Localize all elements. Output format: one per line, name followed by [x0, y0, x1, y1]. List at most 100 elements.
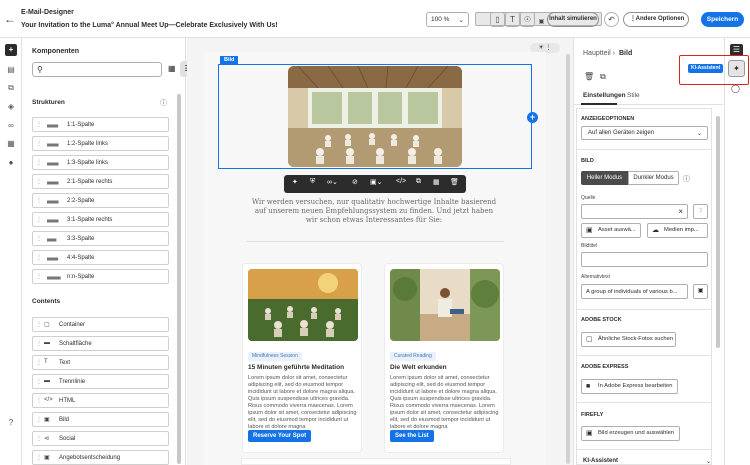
- asset-select-button[interactable]: ▣ Asset auswä...: [581, 223, 641, 238]
- alt-image-icon[interactable]: ▣: [693, 284, 708, 299]
- tab-settings[interactable]: Einstellungen: [583, 92, 626, 99]
- mobile-view-icon[interactable]: ▯: [490, 12, 505, 27]
- drag-handle-icon[interactable]: ⋮: [36, 121, 42, 128]
- drag-handle-icon[interactable]: ⋮: [36, 254, 42, 261]
- tab-styles[interactable]: Stile: [627, 92, 640, 99]
- back-arrow-icon[interactable]: ←: [4, 12, 16, 26]
- drag-handle-icon[interactable]: ⋮: [36, 235, 42, 242]
- content-item[interactable]: ⋮ </> HTML: [32, 393, 169, 408]
- content-item[interactable]: ⋮ ▣ Angebotsentscheidung: [32, 450, 169, 465]
- light-mode-button[interactable]: Heller Modus: [581, 171, 628, 185]
- canvas-scrollbar[interactable]: [566, 54, 570, 464]
- drag-handle-icon[interactable]: ⋮: [36, 435, 42, 442]
- simulate-content-button[interactable]: Inhalt simulieren: [547, 12, 599, 27]
- stock-search-button[interactable]: ▢ Ähnliche Stock-Fotos suchen: [581, 332, 676, 347]
- personalization-icon[interactable]: ▦: [5, 138, 17, 150]
- content-item[interactable]: ⋮ ▣ Bild: [32, 412, 169, 427]
- duplicate-icon[interactable]: ⧉: [600, 72, 606, 82]
- shield-icon[interactable]: ⛨: [310, 178, 315, 186]
- content-card[interactable]: Curated Reading Die Welt erkunden Lorem …: [384, 263, 504, 453]
- media-import-button[interactable]: ☁ Medien imp...: [647, 223, 708, 238]
- add-components-icon[interactable]: +: [5, 44, 17, 56]
- fragments-icon[interactable]: ▤: [5, 64, 17, 76]
- drag-handle-icon[interactable]: ⋮: [36, 416, 42, 423]
- panel-scrollbar[interactable]: [177, 94, 181, 464]
- firefly-generate-button[interactable]: ▣ Bild erzeugen und auswählen: [581, 426, 680, 441]
- link-icon[interactable]: ∞⌄: [327, 178, 338, 186]
- drag-handle-icon[interactable]: ⋮: [36, 197, 42, 204]
- dark-mode-button[interactable]: Dunkler Modus: [628, 171, 679, 185]
- code-icon[interactable]: </>: [396, 178, 406, 185]
- selected-image-block[interactable]: [218, 64, 532, 169]
- source-field[interactable]: ×: [581, 204, 688, 219]
- trash-icon[interactable]: 🗑: [450, 178, 459, 186]
- content-card[interactable]: Mindfulness Session 15 Minuten geführte …: [242, 263, 362, 453]
- magic-wand-icon[interactable]: ✦: [728, 60, 745, 77]
- zoom-select[interactable]: 100 % ⌄: [426, 12, 469, 27]
- card-image[interactable]: [390, 269, 500, 341]
- express-edit-button[interactable]: ■ In Adobe Express bearbeiten: [581, 379, 678, 394]
- more-options-button[interactable]: ⋮ Andere Optionen: [623, 12, 689, 27]
- structure-item[interactable]: ⋮ ▄ ▄ ▄ 3:3-Spalte: [32, 231, 169, 246]
- content-item[interactable]: ⋮ ▢ Container: [32, 317, 169, 332]
- assets-icon[interactable]: ⧉: [5, 82, 17, 94]
- drag-handle-icon[interactable]: ⋮: [36, 378, 42, 385]
- trash-icon[interactable]: 🗑: [584, 72, 594, 81]
- content-item[interactable]: ⋮ ⊲ Social: [32, 431, 169, 446]
- copy-icon[interactable]: ⧉: [416, 178, 421, 186]
- next-block[interactable]: [241, 458, 511, 465]
- see-list-button[interactable]: See the List: [390, 430, 434, 442]
- drag-handle-icon[interactable]: ⋮: [36, 178, 42, 185]
- search-input[interactable]: ⚲: [32, 62, 162, 77]
- content-item[interactable]: ⋮ ▬ Trennlinie: [32, 374, 169, 389]
- structure-item[interactable]: ⋮ ▄▄▄▄▄ n:n-Spalte: [32, 269, 169, 284]
- drag-handle-icon[interactable]: ⋮: [36, 340, 42, 347]
- layers-icon[interactable]: ◈: [5, 101, 17, 113]
- content-item[interactable]: ⋮ ▬ Schaltfläche: [32, 336, 169, 351]
- reserve-spot-button[interactable]: Reserve Your Spot: [248, 430, 312, 442]
- breadcrumb-root[interactable]: Hauptteil ›: [583, 50, 615, 57]
- drag-handle-icon[interactable]: ⋮: [36, 273, 42, 280]
- preview-eye-icon[interactable]: ☉: [520, 12, 535, 27]
- drag-handle-icon[interactable]: ⋮: [36, 321, 42, 328]
- drag-handle-icon[interactable]: ⋮: [36, 216, 42, 223]
- add-block-icon[interactable]: +: [527, 112, 538, 123]
- info-icon[interactable]: ⓘ: [160, 98, 167, 108]
- drag-handle-icon[interactable]: ⋮: [36, 159, 42, 166]
- image-title-field[interactable]: [581, 252, 708, 267]
- clear-icon[interactable]: ×: [678, 207, 683, 216]
- structure-item[interactable]: ⋮ ▄▄ ▄▄ 2:2-Spalte: [32, 193, 169, 208]
- structure-item[interactable]: ⋮ ▄▄▄▄ 4:4-Spalte: [32, 250, 169, 265]
- drag-handle-icon[interactable]: ⋮: [36, 359, 42, 366]
- structure-item[interactable]: ⋮ ▄ ▄▄▄ 1:2-Spalte links: [32, 136, 169, 151]
- alt-text-field[interactable]: A group of individuals of various b...: [581, 284, 688, 299]
- drag-handle-icon[interactable]: ⋮: [36, 397, 42, 404]
- ai-assistant-section[interactable]: KI-Assistent: [583, 458, 618, 464]
- card-image[interactable]: [248, 269, 358, 341]
- chevron-down-icon[interactable]: ⌄: [706, 458, 711, 465]
- link-icon[interactable]: ∞: [5, 120, 17, 132]
- content-item[interactable]: ⋮ T Text: [32, 355, 169, 370]
- help-icon[interactable]: ?: [5, 417, 17, 429]
- structure-item[interactable]: ⋮ ▄▄▄▄ 1:1-Spalte: [32, 117, 169, 132]
- drag-handle-icon[interactable]: ⋮: [36, 454, 42, 461]
- selection-tag: Bild: [220, 56, 239, 65]
- structure-item[interactable]: ⋮ ▄▄▄ ▄ 3:1-Spalte rechts: [32, 212, 169, 227]
- save-button[interactable]: Speichern: [701, 12, 744, 27]
- info-icon[interactable]: ⓘ: [683, 174, 690, 184]
- panel-scrollbar[interactable]: [716, 116, 720, 348]
- unlink-icon[interactable]: ⊘: [352, 178, 358, 186]
- structure-item[interactable]: ⋮ ▄ ▄▄▄ 1:3-Spalte links: [32, 155, 169, 170]
- info-icon[interactable]: ●: [5, 157, 17, 169]
- ai-sparkle-icon[interactable]: ✦: [292, 178, 298, 186]
- undo-icon[interactable]: ↶: [604, 12, 619, 27]
- drag-handle-icon[interactable]: ⋮: [36, 140, 42, 147]
- structure-item[interactable]: ⋮ ▄▄▄ ▄ 2:1-Spalte rechts: [32, 174, 169, 189]
- upload-icon[interactable]: ⇧: [693, 204, 708, 219]
- image-options-icon[interactable]: ▣⌄: [370, 178, 382, 186]
- duplicate-icon[interactable]: ▦: [433, 178, 440, 186]
- grid-view-icon[interactable]: ▦: [168, 64, 176, 73]
- text-view-icon[interactable]: T: [505, 12, 520, 27]
- display-select[interactable]: Auf allen Geräten zeigen ⌄: [581, 126, 708, 140]
- ai-assistant-icon[interactable]: ◯: [731, 84, 740, 93]
